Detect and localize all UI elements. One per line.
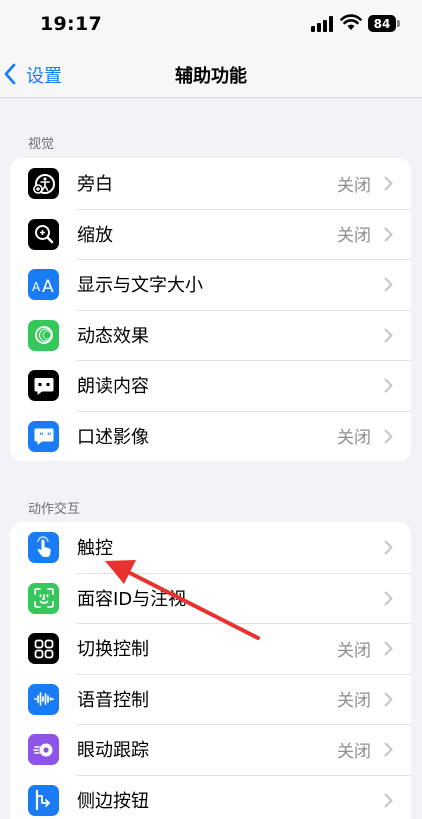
row-face-id-attention[interactable]: 面容ID与注视: [10, 572, 411, 624]
row-label: 触控: [77, 538, 113, 560]
row-label: 侧边按钮: [77, 790, 149, 812]
battery-nub: [397, 20, 400, 27]
row-touch[interactable]: 触控: [10, 522, 411, 573]
cellular-signal-icon: [311, 16, 333, 32]
row-label: 缩放: [77, 224, 113, 246]
row-value: 关闭: [337, 691, 371, 712]
chevron-right-icon: [384, 328, 393, 342]
chevron-right-icon: [384, 378, 393, 393]
row-value: 关闭: [337, 175, 371, 196]
row-switch-control[interactable]: 切换控制 关闭: [10, 623, 411, 674]
chevron-right-icon: [384, 227, 393, 241]
row-label: 口述影像: [77, 426, 149, 448]
chevron-right-icon: [384, 591, 393, 605]
row-display-text-size[interactable]: A A 显示与文字大小: [10, 259, 411, 310]
section-header-vision: 视觉: [28, 137, 55, 152]
page-title: 辅助功能: [175, 66, 247, 87]
row-voice-control[interactable]: 语音控制 关闭: [10, 673, 411, 725]
row-label: 切换控制: [77, 639, 149, 661]
row-value: 关闭: [337, 226, 371, 247]
row-value: 关闭: [337, 741, 371, 762]
chevron-right-icon: [384, 742, 393, 757]
switch-control-icon: [28, 633, 59, 664]
row-motion[interactable]: 动态效果: [10, 309, 411, 361]
row-spoken-content[interactable]: 朗读内容: [10, 360, 411, 411]
row-label: 旁白: [77, 174, 113, 196]
chevron-right-icon: [384, 176, 393, 191]
zoom-icon: [28, 218, 59, 250]
row-eye-tracking[interactable]: 眼动跟踪 关闭: [10, 724, 411, 775]
chevron-right-icon: [384, 429, 393, 443]
row-label: 面容ID与注视: [77, 588, 187, 610]
touch-icon: [28, 532, 59, 563]
row-audio-description[interactable]: " " 口述影像 关闭: [10, 410, 411, 462]
chevron-right-icon: [384, 692, 393, 706]
row-voiceover[interactable]: 旁白 关闭: [10, 158, 411, 209]
row-value: 关闭: [337, 640, 371, 661]
row-label: 眼动跟踪: [77, 740, 149, 762]
row-value: 关闭: [337, 428, 371, 449]
chevron-right-icon: [384, 540, 393, 555]
face-id-icon: [28, 582, 59, 614]
audio-description-icon: " ": [28, 420, 59, 452]
row-label: 显示与文字大小: [77, 275, 203, 297]
status-bar: 19:17 84: [0, 0, 422, 50]
chevron-right-icon: [384, 277, 393, 292]
navigation-bar: 设置 辅助功能: [0, 50, 422, 98]
wifi-icon: [340, 14, 362, 30]
voiceover-icon: [28, 168, 59, 199]
svg-text:A: A: [32, 280, 41, 294]
settings-group-interaction: 触控 面容ID与注视 切换控制 关闭 语音控制 关闭 眼动跟踪 关闭 侧边按钮: [10, 522, 411, 819]
battery-icon: 84: [368, 15, 396, 32]
settings-group-vision: 旁白 关闭 缩放 关闭 A A 显示与文字大小 动态效果 朗读内容 " " 口述…: [10, 158, 411, 461]
section-header-interaction: 动作交互: [28, 502, 81, 517]
row-label: 语音控制: [77, 689, 149, 711]
svg-text:" ": " ": [39, 432, 52, 442]
text-size-icon: A A: [28, 269, 59, 300]
spoken-content-icon: [28, 370, 59, 401]
battery-level: 84: [373, 16, 391, 31]
row-label: 朗读内容: [77, 376, 149, 398]
row-label: 动态效果: [77, 325, 149, 347]
svg-text:A: A: [42, 277, 54, 295]
eye-tracking-icon: [28, 734, 59, 765]
row-zoom[interactable]: 缩放 关闭: [10, 208, 411, 260]
side-button-icon: [28, 784, 59, 816]
status-time: 19:17: [40, 13, 102, 35]
chevron-right-icon: [384, 793, 393, 807]
motion-icon: [28, 319, 59, 351]
voice-control-icon: [28, 683, 59, 715]
chevron-right-icon: [384, 641, 393, 656]
row-side-button[interactable]: 侧边按钮: [10, 774, 411, 819]
